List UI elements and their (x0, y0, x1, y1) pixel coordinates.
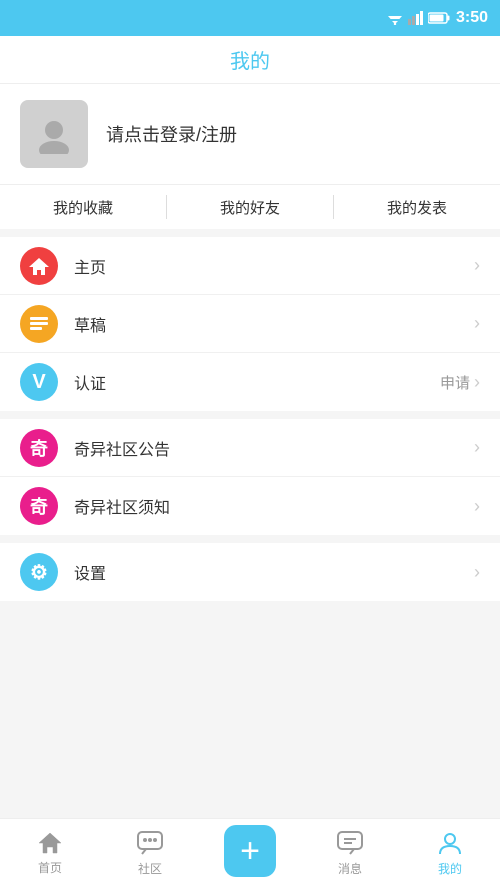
battery-icon (428, 12, 450, 24)
nav-home-icon (37, 831, 63, 855)
draft-shape-icon (28, 314, 50, 334)
menu-item-settings[interactable]: ⚙ 设置 › (0, 543, 500, 601)
menu-section-1: 主页 › 草稿 › V 认证 申请 › (0, 237, 500, 411)
home-arrow: › (474, 255, 480, 276)
menu-label-draft: 草稿 (74, 312, 474, 336)
tab-friends[interactable]: 我的好友 (167, 185, 333, 229)
menu-label-home: 主页 (74, 254, 474, 278)
wifi-icon (386, 11, 404, 25)
nav-community-icon (136, 830, 164, 856)
tab-favorites[interactable]: 我的收藏 (0, 185, 166, 229)
draft-arrow: › (474, 313, 480, 334)
menu-item-draft[interactable]: 草稿 › (0, 295, 500, 353)
stats-tabs: 我的收藏 我的好友 我的发表 (0, 185, 500, 237)
menu-item-rules[interactable]: 奇 奇异社区须知 › (0, 477, 500, 535)
draft-icon (20, 305, 58, 343)
notice-arrow: › (474, 437, 480, 458)
verify-icon: V (20, 363, 58, 401)
rules-arrow: › (474, 496, 480, 517)
nav-label-mine: 我的 (438, 860, 462, 877)
menu-item-notice[interactable]: 奇 奇异社区公告 › (0, 419, 500, 477)
nav-label-message: 消息 (338, 860, 362, 877)
status-icons (386, 11, 450, 25)
header: 我的 (0, 36, 500, 84)
home-icon (20, 247, 58, 285)
status-time: 3:50 (456, 9, 488, 27)
status-bar: 3:50 (0, 0, 500, 36)
nav-item-home[interactable]: 首页 (0, 819, 100, 888)
login-prompt: 请点击登录/注册 (106, 121, 237, 147)
nav-item-message[interactable]: 消息 (300, 819, 400, 888)
verify-arrow: › (474, 372, 480, 393)
nav-label-community: 社区 (138, 860, 162, 877)
settings-arrow: › (474, 562, 480, 583)
signal-icon (408, 11, 424, 25)
menu-label-verify: 认证 (74, 370, 440, 394)
avatar-icon (34, 114, 74, 154)
menu-label-settings: 设置 (74, 560, 474, 584)
avatar (20, 100, 88, 168)
page-title: 我的 (230, 45, 270, 74)
plus-button[interactable]: + (224, 825, 276, 877)
settings-icon: ⚙ (20, 553, 58, 591)
bottom-nav: 首页 社区 + 消息 我的 (0, 818, 500, 888)
rules-icon: 奇 (20, 487, 58, 525)
nav-message-icon (336, 830, 364, 856)
menu-section-2: 奇 奇异社区公告 › 奇 奇异社区须知 › (0, 419, 500, 535)
notice-icon: 奇 (20, 429, 58, 467)
nav-item-community[interactable]: 社区 (100, 819, 200, 888)
menu-label-rules: 奇异社区须知 (74, 494, 474, 518)
menu-item-verify[interactable]: V 认证 申请 › (0, 353, 500, 411)
menu-label-notice: 奇异社区公告 (74, 436, 474, 460)
nav-mine-icon (437, 830, 463, 856)
menu-section-3: ⚙ 设置 › (0, 543, 500, 601)
nav-item-plus[interactable]: + (200, 819, 300, 888)
nav-label-home: 首页 (38, 859, 62, 876)
verify-badge: 申请 (440, 372, 470, 393)
home-shape-icon (28, 256, 50, 276)
nav-item-mine[interactable]: 我的 (400, 819, 500, 888)
profile-section[interactable]: 请点击登录/注册 (0, 84, 500, 185)
menu-item-home[interactable]: 主页 › (0, 237, 500, 295)
tab-posts[interactable]: 我的发表 (334, 185, 500, 229)
